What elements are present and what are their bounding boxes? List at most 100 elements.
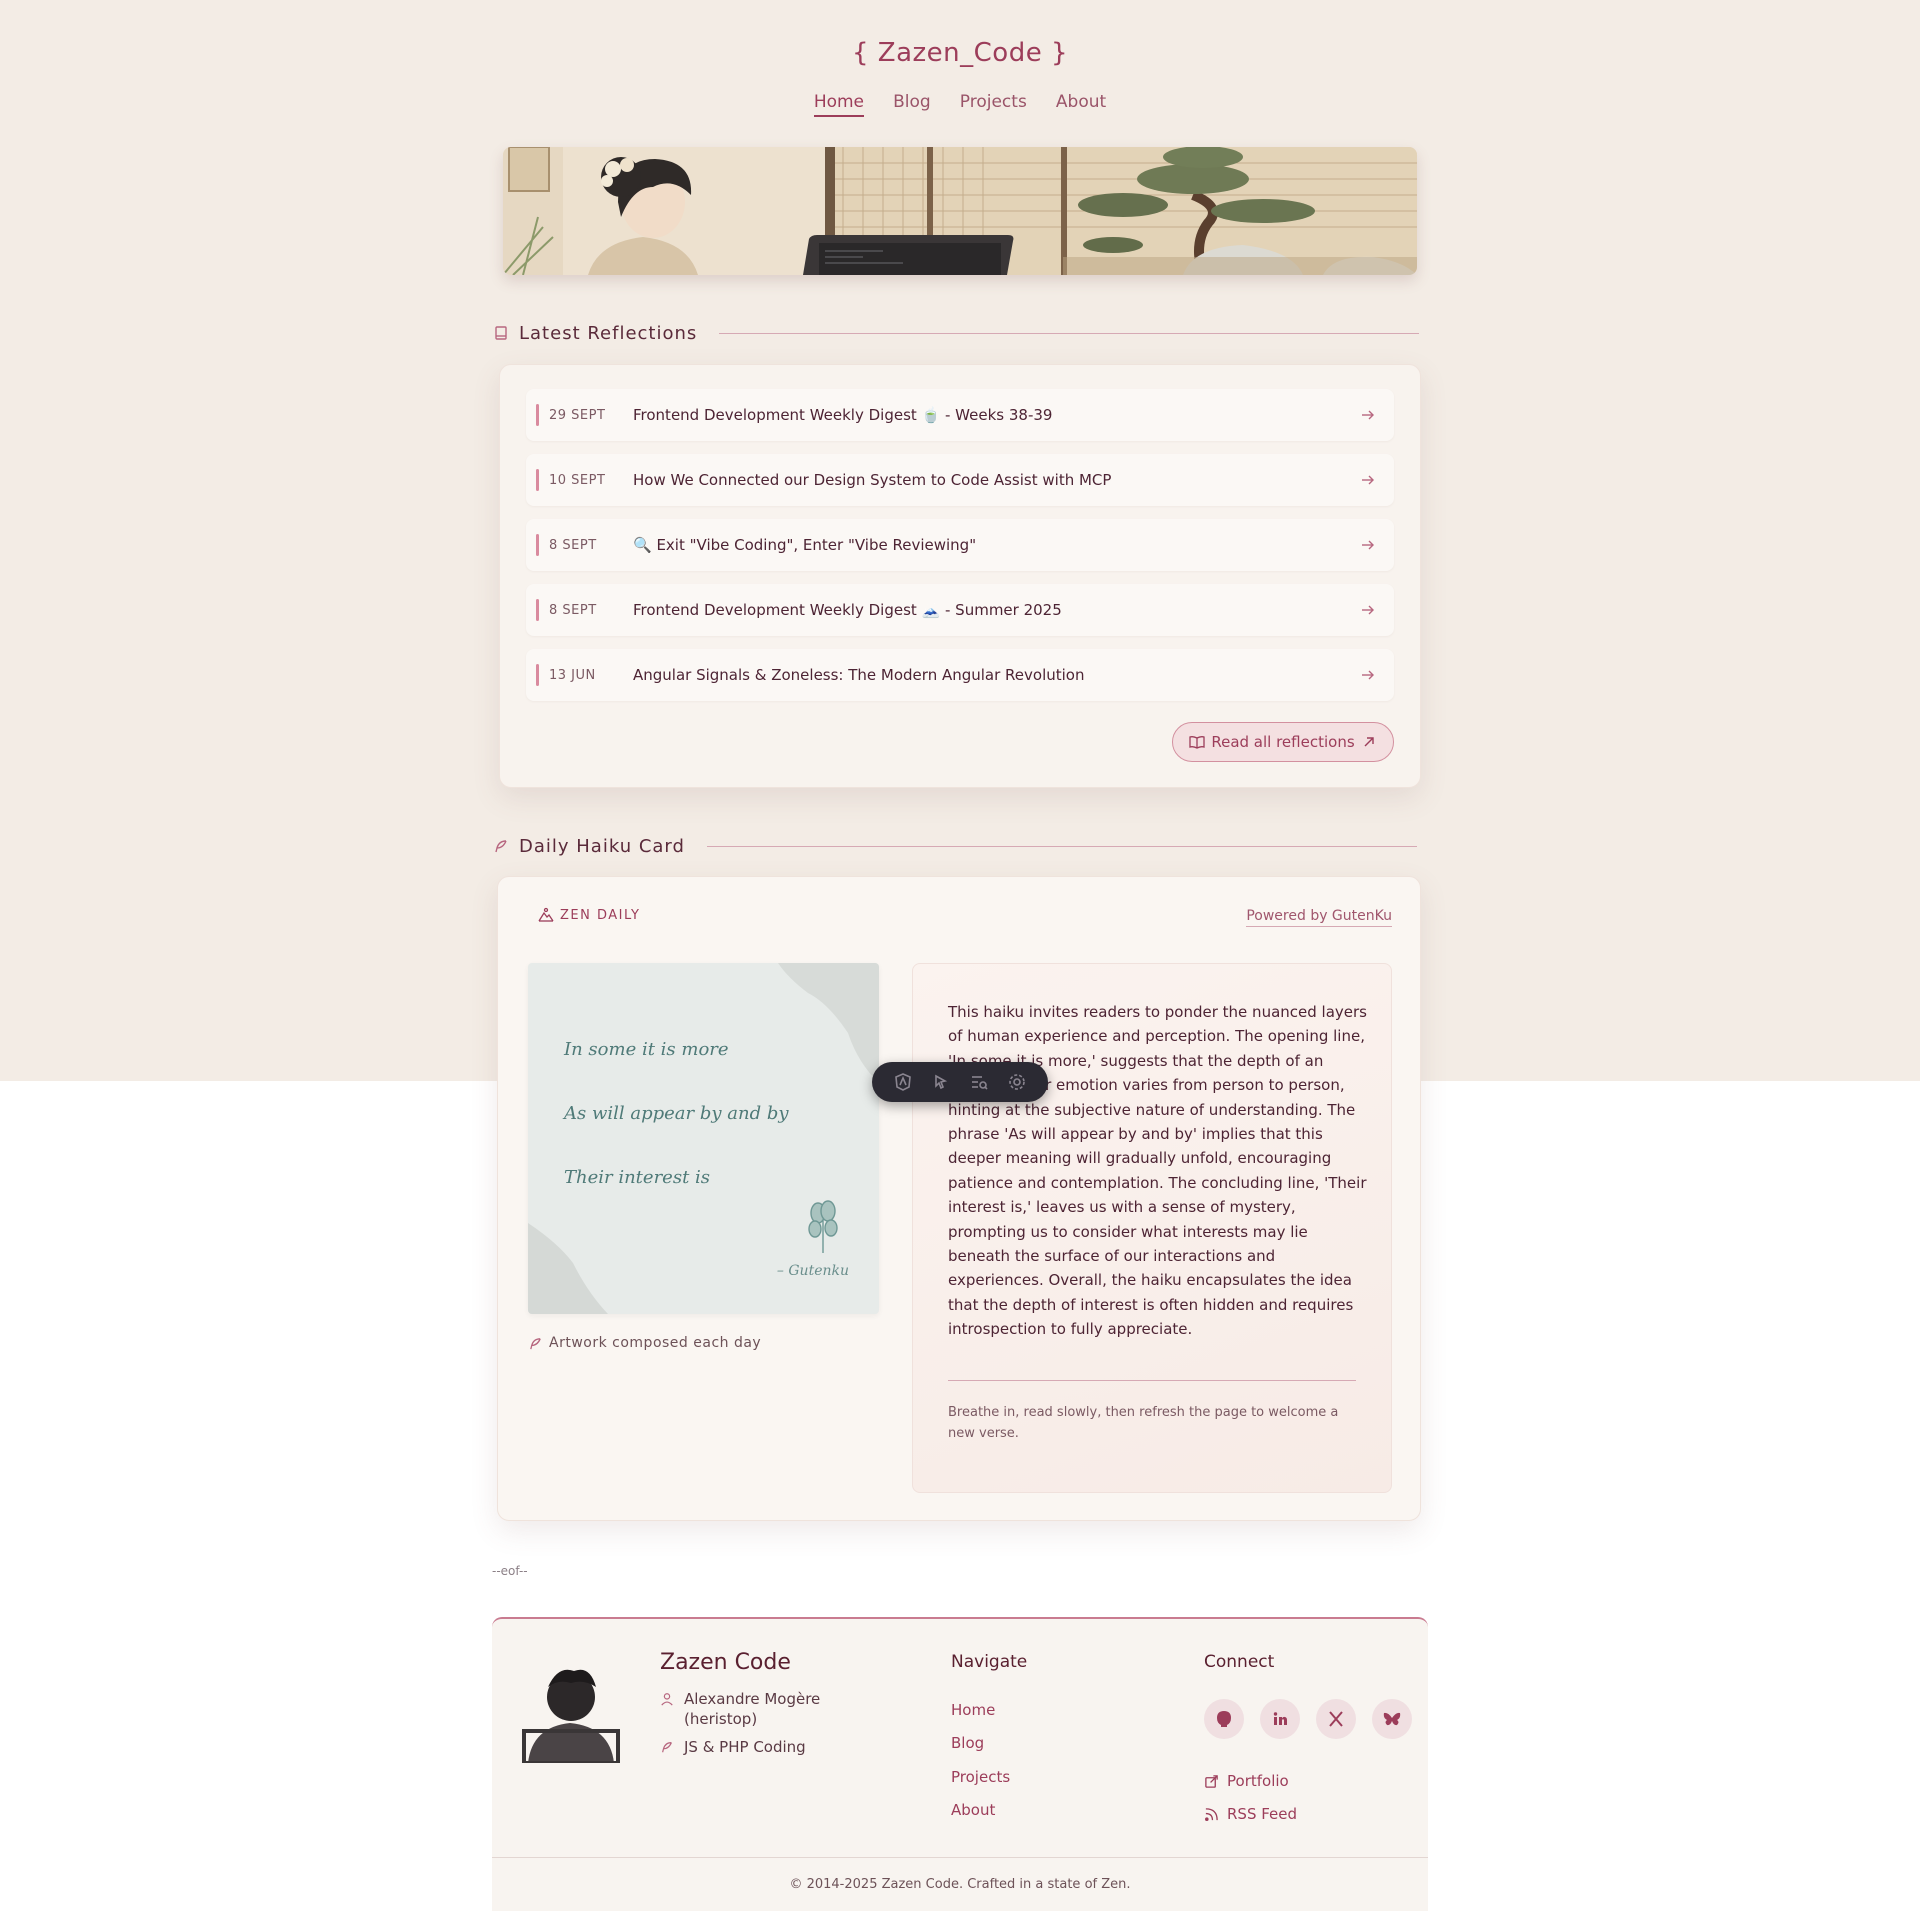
footer-divider: [492, 1857, 1428, 1858]
bluesky-link[interactable]: [1372, 1699, 1412, 1739]
x-link[interactable]: [1316, 1699, 1356, 1739]
reflections-card: 29 SEPT Frontend Development Weekly Dige…: [499, 364, 1421, 788]
post-marker: [536, 664, 539, 686]
post-date: 8 SEPT: [549, 602, 597, 618]
haiku-interpretation-panel: This haiku invites readers to ponder the…: [912, 963, 1392, 1493]
footer-tagline: JS & PHP Coding: [660, 1737, 806, 1757]
feather-icon: [530, 1337, 541, 1349]
gear-icon[interactable]: [1007, 1072, 1027, 1092]
floating-dev-toolbar: [872, 1062, 1048, 1102]
main-nav: Home Blog Projects About: [0, 92, 1920, 117]
post-title[interactable]: Frontend Development Weekly Digest 🗻 - S…: [633, 601, 1360, 619]
zen-daily-badge: ZEN DAILY: [538, 907, 640, 923]
copyright: © 2014-2025 Zazen Code. Crafted in a sta…: [789, 1877, 1131, 1892]
section-title: Latest Reflections: [519, 322, 698, 344]
post-marker: [536, 404, 539, 426]
eof-marker: --eof--: [492, 1564, 528, 1578]
reflections-section-header: Latest Reflections: [493, 320, 1420, 346]
post-title[interactable]: How We Connected our Design System to Co…: [633, 471, 1360, 489]
refresh-note: Breathe in, read slowly, then refresh th…: [948, 1405, 1339, 1441]
post-title[interactable]: Angular Signals & Zoneless: The Modern A…: [633, 666, 1360, 684]
hero-banner-illustration: [503, 147, 1417, 275]
footer-author-name: Alexandre Mogère (heristop): [684, 1690, 821, 1728]
arrow-right-icon[interactable]: [1360, 407, 1376, 423]
section-divider: [706, 845, 1417, 847]
post-title[interactable]: Frontend Development Weekly Digest 🍵 - W…: [633, 406, 1360, 424]
post-date: 10 SEPT: [549, 472, 606, 488]
section-title: Daily Haiku Card: [519, 835, 685, 857]
post-item[interactable]: 8 SEPT Frontend Development Weekly Diges…: [526, 584, 1394, 636]
haiku-section-header: Daily Haiku Card: [493, 833, 1417, 859]
nav-about[interactable]: About: [1056, 92, 1106, 115]
nav-projects[interactable]: Projects: [960, 92, 1027, 115]
post-date: 13 JUN: [549, 667, 596, 683]
zen-daily-label: ZEN DAILY: [560, 907, 641, 923]
linkedin-icon: [1273, 1712, 1287, 1725]
portfolio-label: Portfolio: [1227, 1772, 1289, 1790]
arrow-right-icon[interactable]: [1360, 472, 1376, 488]
footer-connect-heading: Connect: [1204, 1652, 1275, 1672]
site-footer: Zazen Code Alexandre Mogère (heristop) J…: [492, 1617, 1428, 1911]
footer-link-blog[interactable]: Blog: [951, 1734, 984, 1752]
github-icon: [1217, 1711, 1231, 1727]
footer-navigate-heading: Navigate: [951, 1652, 1028, 1672]
external-link-icon: [1205, 1774, 1218, 1788]
x-icon: [1329, 1711, 1343, 1727]
post-marker: [536, 469, 539, 491]
read-all-label: Read all reflections: [1211, 733, 1355, 751]
haiku-interpretation: This haiku invites readers to ponder the…: [948, 1003, 1367, 1339]
cursor-inspect-icon[interactable]: [931, 1072, 951, 1092]
footer-site-name: Zazen Code: [660, 1650, 791, 1675]
list-search-icon[interactable]: [969, 1072, 989, 1092]
linkedin-link[interactable]: [1260, 1699, 1300, 1739]
post-date: 8 SEPT: [549, 537, 597, 553]
interpretation-divider: [948, 1380, 1356, 1381]
footer-tagline-text: JS & PHP Coding: [684, 1738, 806, 1756]
mountain-icon: [538, 907, 554, 922]
section-divider: [719, 332, 1420, 334]
read-all-reflections-button[interactable]: Read all reflections: [1172, 722, 1394, 762]
haiku-card: ZEN DAILY Powered by GutenKu In some it …: [497, 876, 1421, 1521]
open-book-icon: [1189, 736, 1205, 749]
arrow-right-icon[interactable]: [1360, 667, 1376, 683]
avatar: [518, 1657, 624, 1763]
rss-icon: [1205, 1807, 1218, 1821]
post-item[interactable]: 29 SEPT Frontend Development Weekly Dige…: [526, 389, 1394, 441]
angular-icon[interactable]: [893, 1072, 913, 1092]
portfolio-link[interactable]: Portfolio: [1204, 1772, 1289, 1790]
page: { Zazen_Code } Home Blog Projects About: [0, 0, 1920, 1911]
post-item[interactable]: 8 SEPT 🔍 Exit "Vibe Coding", Enter "Vibe…: [526, 519, 1394, 571]
feather-icon: [495, 840, 507, 853]
book-icon: [495, 326, 507, 340]
rss-feed-label: RSS Feed: [1227, 1805, 1298, 1823]
powered-by-gutenku-link[interactable]: Powered by GutenKu: [1246, 908, 1392, 927]
footer-author: Alexandre Mogère (heristop): [660, 1689, 840, 1729]
artwork-caption: Artwork composed each day: [528, 1335, 761, 1351]
haiku-artwork: In some it is more As will appear by and…: [528, 963, 879, 1314]
github-link[interactable]: [1204, 1699, 1244, 1739]
post-marker: [536, 534, 539, 556]
site-title[interactable]: { Zazen_Code }: [0, 38, 1920, 68]
arrow-up-right-icon: [1364, 737, 1374, 747]
feather-icon: [662, 1742, 672, 1753]
footer-link-about[interactable]: About: [951, 1801, 995, 1819]
bluesky-icon: [1383, 1712, 1401, 1726]
post-item[interactable]: 10 SEPT How We Connected our Design Syst…: [526, 454, 1394, 506]
haiku-line: In some it is more: [564, 1039, 729, 1060]
user-icon: [661, 1693, 673, 1706]
post-item[interactable]: 13 JUN Angular Signals & Zoneless: The M…: [526, 649, 1394, 701]
post-marker: [536, 599, 539, 621]
arrow-right-icon[interactable]: [1360, 602, 1376, 618]
footer-link-home[interactable]: Home: [951, 1701, 995, 1719]
footer-link-projects[interactable]: Projects: [951, 1768, 1010, 1786]
arrow-right-icon[interactable]: [1360, 537, 1376, 553]
rss-feed-link[interactable]: RSS Feed: [1204, 1805, 1297, 1823]
haiku-line: As will appear by and by: [564, 1103, 789, 1124]
post-date: 29 SEPT: [549, 407, 606, 423]
post-title[interactable]: 🔍 Exit "Vibe Coding", Enter "Vibe Review…: [633, 536, 1360, 554]
haiku-line: Their interest is: [564, 1167, 711, 1188]
artwork-caption-text: Artwork composed each day: [549, 1335, 762, 1351]
nav-blog[interactable]: Blog: [893, 92, 931, 115]
haiku-signature: – Gutenku: [776, 1263, 849, 1279]
nav-home[interactable]: Home: [813, 92, 865, 117]
